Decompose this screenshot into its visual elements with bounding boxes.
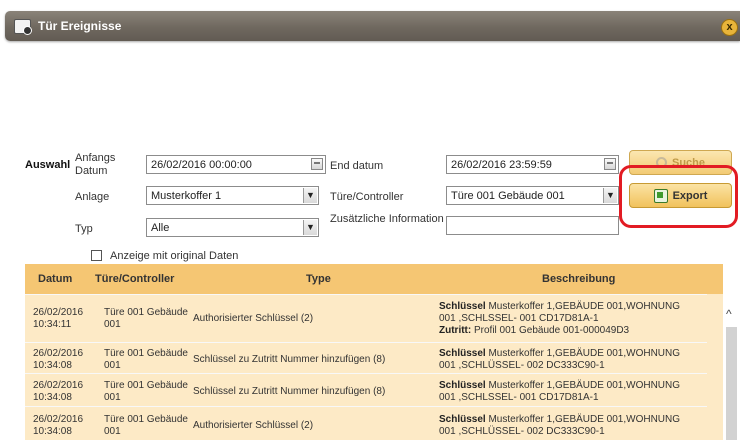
start-date-label-1: Anfangs bbox=[75, 152, 116, 164]
cell-type: Authorisierter Schlüssel (2) bbox=[193, 313, 314, 324]
cell-description-2: 001 ,SCHLSSEL- 001 CD17D81A-1 bbox=[439, 392, 599, 403]
cell-description-1: Schlüssel Musterkoffer 1,GEBÄUDE 001,WOH… bbox=[439, 348, 680, 360]
close-button[interactable]: x bbox=[721, 19, 738, 36]
typ-select[interactable]: Alle ▼ bbox=[146, 218, 319, 237]
door-controller-select[interactable]: Türe 001 Gebäude 001 ▼ bbox=[446, 186, 619, 205]
calendar-icon[interactable] bbox=[311, 158, 323, 170]
cell-description-2: 001 ,SCHLSSEL- 001 CD17D81A-1 bbox=[439, 313, 599, 324]
section-label: Auswahl bbox=[25, 159, 71, 171]
cell-time: 10:34:08 bbox=[33, 426, 72, 437]
cell-date: 26/02/2016 bbox=[33, 348, 84, 359]
cell-type: Schlüssel zu Zutritt Nummer hinzufügen (… bbox=[193, 386, 386, 397]
scrollbar-track[interactable] bbox=[726, 327, 737, 440]
cell-description-1: Schlüssel Musterkoffer 1,GEBÄUDE 001,WOH… bbox=[439, 380, 680, 392]
key-description: Musterkoffer 1,GEBÄUDE 001,WOHNUNG bbox=[485, 301, 681, 312]
end-date-label: End datum bbox=[330, 160, 384, 172]
cell-door-number: 001 bbox=[104, 392, 121, 403]
cell-description-3: Zutritt: Profil 001 Gebäude 001-000049D3 bbox=[439, 325, 629, 337]
cell-description-1: Schlüssel Musterkoffer 1,GEBÄUDE 001,WOH… bbox=[439, 414, 680, 426]
original-data-checkbox[interactable] bbox=[91, 250, 102, 261]
cell-door-number: 001 bbox=[104, 360, 121, 371]
column-header-type[interactable]: Type bbox=[306, 273, 331, 285]
scroll-up-arrow-icon[interactable]: ^ bbox=[726, 307, 732, 321]
door-controller-label: Türe/Controller bbox=[330, 191, 404, 203]
start-date-label-2: Datum bbox=[75, 165, 108, 177]
typ-label: Typ bbox=[75, 223, 93, 235]
key-description: Musterkoffer 1,GEBÄUDE 001,WOHNUNG bbox=[485, 414, 681, 425]
cell-description-2: 001 ,SCHLÜSSEL- 002 DC333C90-1 bbox=[439, 360, 605, 371]
access-description: Profil 001 Gebäude 001-000049D3 bbox=[471, 325, 630, 336]
key-label: Schlüssel bbox=[439, 380, 486, 391]
key-description: Musterkoffer 1,GEBÄUDE 001,WOHNUNG bbox=[485, 348, 681, 359]
chevron-down-icon[interactable]: ▼ bbox=[603, 188, 617, 203]
extra-info-input[interactable] bbox=[446, 216, 619, 235]
cell-date: 26/02/2016 bbox=[33, 380, 84, 391]
key-label: Schlüssel bbox=[439, 348, 486, 359]
door-controller-value: Türe 001 Gebäude 001 bbox=[451, 190, 565, 202]
table-row[interactable]: 26/02/2016 10:34:11 Türe 001 Gebäude 001… bbox=[25, 294, 707, 343]
chevron-down-icon[interactable]: ▼ bbox=[303, 188, 317, 203]
door-events-icon bbox=[14, 19, 32, 35]
calendar-icon[interactable] bbox=[604, 158, 616, 170]
end-date-field[interactable]: 26/02/2016 23:59:59 bbox=[446, 155, 619, 174]
table-header: Datum Türe/Controller Type Beschreibung bbox=[25, 264, 723, 294]
column-header-description[interactable]: Beschreibung bbox=[542, 273, 615, 285]
typ-value: Alle bbox=[151, 222, 170, 234]
table-row[interactable]: 26/02/2016 10:34:08 Türe 001 Gebäude 001… bbox=[25, 342, 707, 374]
cell-date: 26/02/2016 bbox=[33, 307, 84, 318]
cell-time: 10:34:08 bbox=[33, 360, 72, 371]
cell-door-number: 001 bbox=[104, 426, 121, 437]
cell-time: 10:34:11 bbox=[33, 319, 72, 330]
window-title: Tür Ereignisse bbox=[38, 19, 122, 33]
cell-door: Türe 001 Gebäude bbox=[104, 348, 188, 359]
export-highlight-frame bbox=[619, 165, 738, 228]
key-description: Musterkoffer 1,GEBÄUDE 001,WOHNUNG bbox=[485, 380, 681, 391]
event-table-body: 26/02/2016 10:34:11 Türe 001 Gebäude 001… bbox=[25, 294, 723, 440]
cell-type: Authorisierter Schlüssel (2) bbox=[193, 420, 314, 431]
extra-info-label: Zusätzliche Information bbox=[330, 213, 444, 225]
vertical-scrollbar[interactable]: ^ bbox=[724, 294, 739, 440]
cell-door-number: 001 bbox=[104, 319, 121, 330]
original-data-label: Anzeige mit original Daten bbox=[110, 250, 239, 262]
cell-time: 10:34:08 bbox=[33, 392, 72, 403]
cell-door: Türe 001 Gebäude bbox=[104, 414, 188, 425]
table-row[interactable]: 26/02/2016 10:34:08 Türe 001 Gebäude 001… bbox=[25, 406, 707, 440]
anlage-label: Anlage bbox=[75, 191, 110, 203]
title-bar: Tür Ereignisse x bbox=[5, 11, 740, 41]
chevron-down-icon[interactable]: ▼ bbox=[303, 220, 317, 235]
cell-type: Schlüssel zu Zutritt Nummer hinzufügen (… bbox=[193, 354, 386, 365]
cell-door: Türe 001 Gebäude bbox=[104, 380, 188, 391]
cell-description-2: 001 ,SCHLÜSSEL- 002 DC333C90-1 bbox=[439, 426, 605, 437]
table-row[interactable]: 26/02/2016 10:34:08 Türe 001 Gebäude 001… bbox=[25, 373, 707, 407]
column-header-date[interactable]: Datum bbox=[38, 273, 72, 285]
anlage-value: Musterkoffer 1 bbox=[151, 190, 222, 202]
column-header-door[interactable]: Türe/Controller bbox=[95, 273, 174, 285]
cell-description-1: Schlüssel Musterkoffer 1,GEBÄUDE 001,WOH… bbox=[439, 301, 680, 313]
anlage-select[interactable]: Musterkoffer 1 ▼ bbox=[146, 186, 319, 205]
key-label: Schlüssel bbox=[439, 414, 486, 425]
cell-door: Türe 001 Gebäude bbox=[104, 307, 188, 318]
start-date-value: 26/02/2016 00:00:00 bbox=[151, 159, 252, 171]
cell-date: 26/02/2016 bbox=[33, 414, 84, 425]
end-date-value: 26/02/2016 23:59:59 bbox=[451, 159, 552, 171]
access-label: Zutritt: bbox=[439, 325, 472, 336]
start-date-field[interactable]: 26/02/2016 00:00:00 bbox=[146, 155, 326, 174]
key-label: Schlüssel bbox=[439, 301, 486, 312]
